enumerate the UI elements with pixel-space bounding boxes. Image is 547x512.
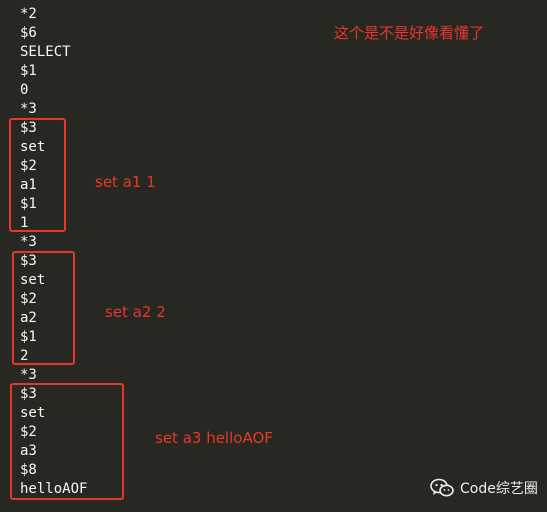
annotation-top-note: 这个是不是好像看懂了 <box>334 24 485 42</box>
annotation-set-a1: set a1 1 <box>95 173 156 191</box>
watermark: Code综艺圈 <box>430 477 538 499</box>
code-line: *2 <box>20 6 37 22</box>
code-line: SELECT <box>20 44 71 60</box>
highlight-box-set-a3 <box>10 383 124 500</box>
code-line: $1 <box>20 63 37 79</box>
highlight-box-set-a1 <box>9 118 66 232</box>
code-line: 0 <box>20 82 29 98</box>
wechat-icon <box>430 478 454 498</box>
annotation-set-a3: set a3 helloAOF <box>155 429 273 447</box>
code-line: $6 <box>20 25 37 41</box>
code-line: *3 <box>20 101 37 117</box>
code-line: *3 <box>20 234 37 250</box>
watermark-text: Code综艺圈 <box>460 481 538 497</box>
highlight-box-set-a2 <box>12 251 75 365</box>
annotation-set-a2: set a2 2 <box>105 303 166 321</box>
